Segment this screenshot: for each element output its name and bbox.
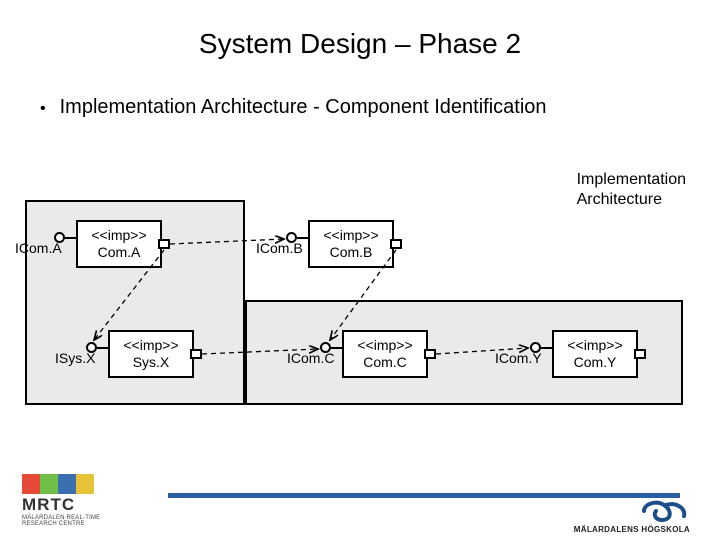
interface-comY: ICom.Y — [495, 350, 542, 366]
interface-comC: ICom.C — [287, 350, 334, 366]
mrtc-title: MRTC — [22, 495, 162, 515]
component-comC: <<imp>> Com.C — [342, 330, 428, 378]
mrtc-block-blue — [58, 474, 76, 494]
name-comC: Com.C — [346, 354, 424, 371]
interface-comB: ICom.B — [256, 240, 303, 256]
mrtc-logo: MRTC MÄLARDALEN REAL-TIME RESEARCH CENTR… — [22, 474, 162, 528]
mdh-swirl-icon — [636, 498, 690, 524]
stereo-comY: <<imp>> — [556, 337, 634, 354]
component-comB: <<imp>> Com.B — [308, 220, 394, 268]
port-comA-right — [158, 239, 170, 249]
port-comY-right — [634, 349, 646, 359]
port-comB-right — [390, 239, 402, 249]
bullet-item: • Implementation Architecture - Componen… — [40, 96, 720, 119]
stereo-comA: <<imp>> — [80, 227, 158, 244]
mrtc-color-blocks — [22, 474, 162, 494]
lolli-stem-comY — [541, 347, 552, 349]
mdh-logo: MÄLARDALENS HÖGSKOLA — [574, 498, 690, 534]
mrtc-block-red — [22, 474, 40, 494]
port-comC-right — [424, 349, 436, 359]
name-comB: Com.B — [312, 244, 390, 261]
stereo-comB: <<imp>> — [312, 227, 390, 244]
mrtc-sub2: RESEARCH CENTRE — [22, 521, 162, 528]
mdh-caption: MÄLARDALENS HÖGSKOLA — [574, 525, 690, 534]
stereo-comC: <<imp>> — [346, 337, 424, 354]
diagram-label-l1: Implementation — [577, 170, 686, 190]
bullet-dot: • — [40, 100, 46, 118]
bullet-text: Implementation Architecture - Component … — [60, 96, 547, 119]
mrtc-block-green — [40, 474, 58, 494]
footer: MRTC MÄLARDALEN REAL-TIME RESEARCH CENTR… — [0, 470, 720, 540]
mrtc-sub1: MÄLARDALEN REAL-TIME — [22, 515, 162, 522]
lolli-stem-sysX — [97, 347, 108, 349]
lolli-stem-comA — [65, 237, 76, 239]
stereo-sysX: <<imp>> — [112, 337, 190, 354]
architecture-diagram: Implementation Architecture <<imp>> Com.… — [0, 170, 720, 470]
port-sysX-right — [190, 349, 202, 359]
diagram-label: Implementation Architecture — [577, 170, 686, 210]
name-comA: Com.A — [80, 244, 158, 261]
lolli-stem-comC — [331, 347, 342, 349]
name-sysX: Sys.X — [112, 354, 190, 371]
name-comY: Com.Y — [556, 354, 634, 371]
slide-title: System Design – Phase 2 — [0, 0, 720, 60]
component-sysX: <<imp>> Sys.X — [108, 330, 194, 378]
interface-comA: ICom.A — [15, 240, 62, 256]
component-comA: <<imp>> Com.A — [76, 220, 162, 268]
diagram-label-l2: Architecture — [577, 190, 686, 210]
lolli-stem-comB — [297, 237, 308, 239]
interface-sysX: ISys.X — [55, 350, 95, 366]
mrtc-block-yellow — [76, 474, 94, 494]
component-comY: <<imp>> Com.Y — [552, 330, 638, 378]
